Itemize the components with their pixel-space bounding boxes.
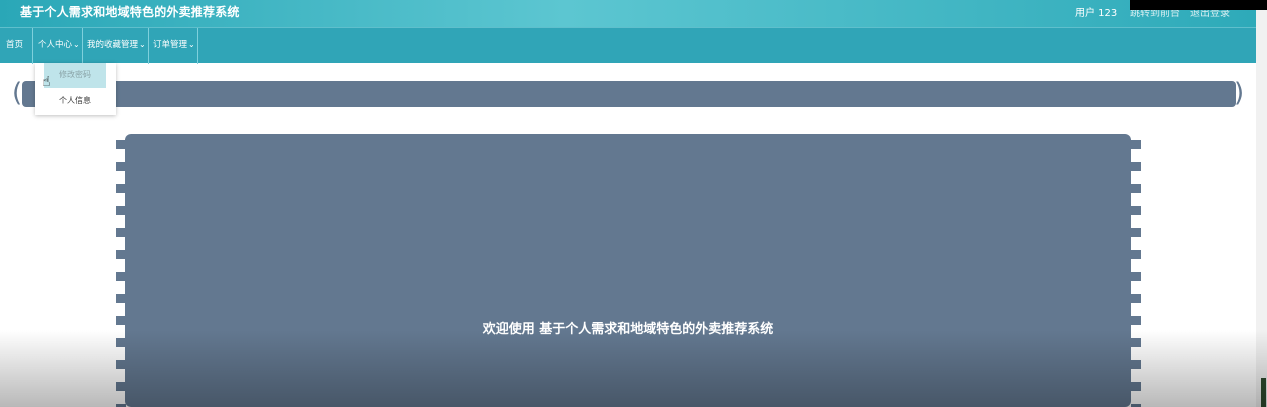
nav-item-orders[interactable]: 订单管理⌄ <box>149 28 198 64</box>
nav-item-label: 我的收藏管理 <box>87 40 139 50</box>
card-right-edge <box>1131 140 1141 407</box>
title-bar: 基于个人需求和地域特色的外卖推荐系统 用户 123 跳转到前台 退出登录 <box>0 0 1256 27</box>
nav-item-label: 订单管理 <box>153 40 188 50</box>
nav-item-label: 首页 <box>6 40 24 50</box>
personal-info-menu-item[interactable]: 个人信息 <box>44 90 106 112</box>
change-password-menu-item[interactable]: 修改密码 <box>44 63 106 88</box>
nav-item-home[interactable]: 首页 <box>2 28 33 64</box>
top-right-mask <box>1130 0 1267 10</box>
user-label: 用户 123 <box>1075 8 1118 19</box>
chevron-down-icon: ⌄ <box>139 40 146 49</box>
nav-bar: 首页 个人中心⌄ 我的收藏管理⌄ 订单管理⌄ <box>0 27 1256 64</box>
vertical-scrollbar[interactable] <box>1256 10 1267 407</box>
scrollbar-thumb[interactable] <box>1261 378 1266 407</box>
welcome-card <box>125 134 1131 407</box>
right-bracket: ) <box>1234 78 1245 108</box>
welcome-text: 欢迎使用 基于个人需求和地域特色的外卖推荐系统 <box>482 322 774 337</box>
nav-item-personal-center[interactable]: 个人中心⌄ <box>34 28 83 64</box>
chevron-down-icon: ⌄ <box>73 40 80 49</box>
chevron-down-icon: ⌄ <box>188 40 195 49</box>
breadcrumb <box>22 81 1236 107</box>
nav-item-favorites[interactable]: 我的收藏管理⌄ <box>83 28 149 64</box>
left-bracket: ( <box>12 78 23 108</box>
app-title: 基于个人需求和地域特色的外卖推荐系统 <box>20 5 240 19</box>
hand-cursor-icon: ☝ <box>42 74 51 90</box>
nav-item-label: 个人中心 <box>38 40 73 50</box>
